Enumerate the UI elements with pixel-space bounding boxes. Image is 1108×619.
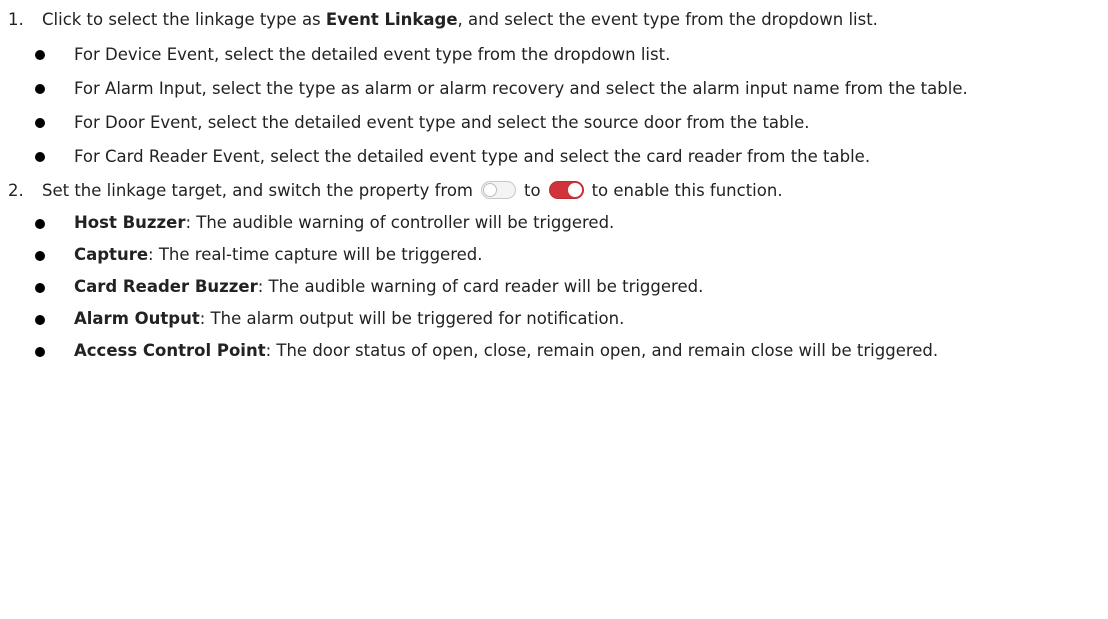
toggle-on-icon — [548, 181, 584, 199]
list-item-text: : The audible warning of card reader wil… — [257, 277, 704, 296]
bullet-icon — [35, 315, 45, 325]
bullet-icon — [35, 152, 45, 162]
list-item-term: Capture — [74, 245, 149, 264]
list-item: For Door Event, select the detailed even… — [35, 107, 1054, 138]
list-item: Access Control Point: The door status of… — [35, 336, 1054, 365]
list-item-text: : The audible warning of controller will… — [185, 213, 615, 232]
step-text: Click to select the linkage type as Even… — [42, 4, 1096, 35]
bullet-icon — [35, 251, 45, 261]
toggle-off-icon — [481, 181, 516, 199]
step-text-pre: Set the linkage target, and switch the p… — [42, 181, 473, 200]
list-item-term: Alarm Output — [74, 309, 200, 328]
step-text-pre: Click to select the linkage type as — [42, 10, 326, 29]
list-item-term: Host Buzzer — [74, 213, 186, 232]
list-item: Card Reader Buzzer: The audible warning … — [35, 272, 1054, 301]
step-2: 2. Set the linkage target, and switch th… — [8, 175, 1096, 206]
bullet-icon — [35, 347, 45, 357]
step-text-mid: to — [524, 181, 541, 200]
step-1: 1. Click to select the linkage type as E… — [8, 4, 1096, 35]
list-item-text: : The door status of open, close, remain… — [265, 341, 939, 360]
list-item: Host Buzzer: The audible warning of cont… — [35, 208, 1054, 237]
list-item: For Card Reader Event, select the detail… — [35, 141, 1054, 172]
list-item-text: For Device Event, select the detailed ev… — [74, 45, 671, 64]
bullet-icon — [35, 283, 45, 293]
step-text-post: to enable this function. — [591, 181, 783, 200]
bullet-icon — [35, 50, 45, 60]
bullet-icon — [35, 118, 45, 128]
list-item-text: For Door Event, select the detailed even… — [74, 113, 810, 132]
list-item: Alarm Output: The alarm output will be t… — [35, 304, 1054, 333]
bullet-icon — [35, 84, 45, 94]
list-item: For Device Event, select the detailed ev… — [35, 39, 1054, 70]
step-text-post: , and select the event type from the dro… — [457, 10, 878, 29]
list-item-text: : The real-time capture will be triggere… — [148, 245, 483, 264]
step-text: Set the linkage target, and switch the p… — [42, 175, 1096, 206]
list-item-text: : The alarm output will be triggered for… — [199, 309, 625, 328]
list-item-text: For Alarm Input, select the type as alar… — [74, 79, 968, 98]
step-number: 2. — [8, 181, 24, 200]
list-item-text: For Card Reader Event, select the detail… — [74, 147, 871, 166]
event-linkage-term: Event Linkage — [325, 10, 458, 29]
list-item: For Alarm Input, select the type as alar… — [35, 73, 1054, 104]
list-item: Capture: The real-time capture will be t… — [35, 240, 1054, 269]
step-number: 1. — [8, 10, 24, 29]
linkage-target-list: Host Buzzer: The audible warning of cont… — [0, 208, 1108, 365]
event-type-list: For Device Event, select the detailed ev… — [0, 39, 1108, 172]
document-page: 1. Click to select the linkage type as E… — [0, 0, 1108, 619]
bullet-icon — [35, 219, 45, 229]
list-item-term: Card Reader Buzzer — [74, 277, 258, 296]
list-item-term: Access Control Point — [74, 341, 266, 360]
